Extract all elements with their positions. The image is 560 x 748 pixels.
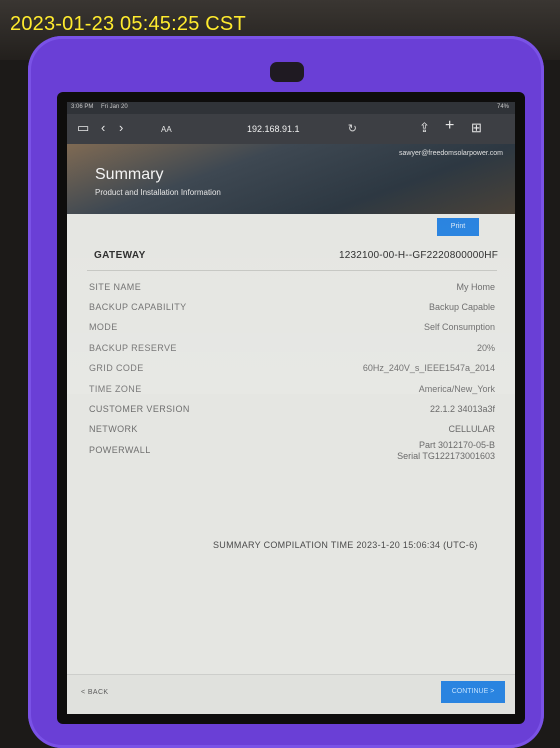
row-value: 22.1.2 34013a3f: [429, 404, 495, 414]
row-value: America/New_York: [418, 384, 495, 394]
sidebar-icon[interactable]: ▭: [77, 121, 89, 135]
row-label: GRID CODE: [89, 363, 144, 373]
status-bar: 3:06 PM Fri Jan 20 74%: [67, 102, 515, 114]
info-row-backup-reserve: BACKUP RESERVE 20%: [67, 343, 515, 359]
forward-icon[interactable]: ›: [119, 121, 123, 135]
info-row-customer-version: CUSTOMER VERSION 22.1.2 34013a3f: [67, 404, 515, 420]
row-value: 20%: [476, 343, 495, 353]
info-row-network: NETWORK CELLULAR: [67, 424, 515, 440]
row-value: My Home: [456, 282, 495, 292]
row-label: CUSTOMER VERSION: [89, 404, 190, 414]
row-value: CELLULAR: [448, 424, 495, 434]
info-row-grid-code: GRID CODE 60Hz_240V_s_IEEE1547a_2014: [67, 363, 515, 379]
print-button[interactable]: Print: [437, 218, 479, 236]
reload-icon[interactable]: ↻: [348, 122, 357, 135]
row-label: POWERWALL: [89, 445, 151, 455]
powerwall-serial: Serial TG122173001603: [397, 451, 495, 461]
status-time: 3:06 PM: [71, 104, 94, 110]
tablet-device: 3:06 PM Fri Jan 20 74% ▭ ‹ › AA 192.168.…: [57, 92, 525, 724]
info-row-site-name: SITE NAME My Home: [67, 282, 515, 298]
compilation-time: SUMMARY COMPILATION TIME 2023-1-20 15:06…: [213, 540, 478, 550]
tabs-overview-icon[interactable]: ⊞: [471, 121, 482, 135]
url-text: 192.168.91.1: [247, 124, 300, 134]
gateway-label: GATEWAY: [94, 250, 146, 261]
browser-toolbar: ▭ ‹ › AA 192.168.91.1 ↻ ⇪ + ⊞: [67, 114, 515, 144]
back-icon[interactable]: ‹: [101, 121, 105, 135]
row-label: BACKUP CAPABILITY: [89, 302, 187, 312]
row-label: NETWORK: [89, 424, 138, 434]
status-date: Fri Jan 20: [101, 104, 128, 110]
user-email: sawyer@freedomsolarpower.com: [399, 150, 503, 157]
back-button[interactable]: < BACK: [81, 689, 109, 696]
page-header: sawyer@freedomsolarpower.com Summary Pro…: [67, 144, 515, 214]
powerwall-part: Part 3012170-05-B: [418, 440, 495, 450]
address-bar[interactable]: 192.168.91.1 ↻: [217, 122, 367, 136]
row-value: Backup Capable: [428, 302, 495, 312]
info-row-time-zone: TIME ZONE America/New_York: [67, 384, 515, 400]
share-icon[interactable]: ⇪: [419, 121, 430, 135]
reader-aa-button[interactable]: AA: [161, 123, 172, 137]
row-label: SITE NAME: [89, 282, 142, 292]
new-tab-icon[interactable]: +: [445, 118, 454, 134]
page-subtitle: Product and Installation Information: [95, 188, 221, 197]
divider: [87, 270, 497, 271]
info-row-mode: MODE Self Consumption: [67, 322, 515, 338]
row-value: Self Consumption: [423, 322, 495, 332]
row-label: MODE: [89, 322, 118, 332]
photo-timestamp: 2023-01-23 05:45:25 CST: [10, 13, 246, 35]
tablet-screen: 3:06 PM Fri Jan 20 74% ▭ ‹ › AA 192.168.…: [67, 102, 515, 714]
info-row-backup-capability: BACKUP CAPABILITY Backup Capable: [67, 302, 515, 318]
row-label: BACKUP RESERVE: [89, 343, 177, 353]
row-label: TIME ZONE: [89, 384, 142, 394]
page-title: Summary: [95, 166, 164, 183]
row-value: 60Hz_240V_s_IEEE1547a_2014: [362, 363, 495, 373]
battery-level: 74%: [496, 104, 509, 110]
continue-button[interactable]: CONTINUE >: [441, 681, 505, 703]
camera-cutout: [270, 62, 304, 82]
gateway-value: 1232100-00-H--GF2220800000HF: [338, 250, 498, 261]
footer-bar: < BACK CONTINUE >: [67, 674, 515, 714]
